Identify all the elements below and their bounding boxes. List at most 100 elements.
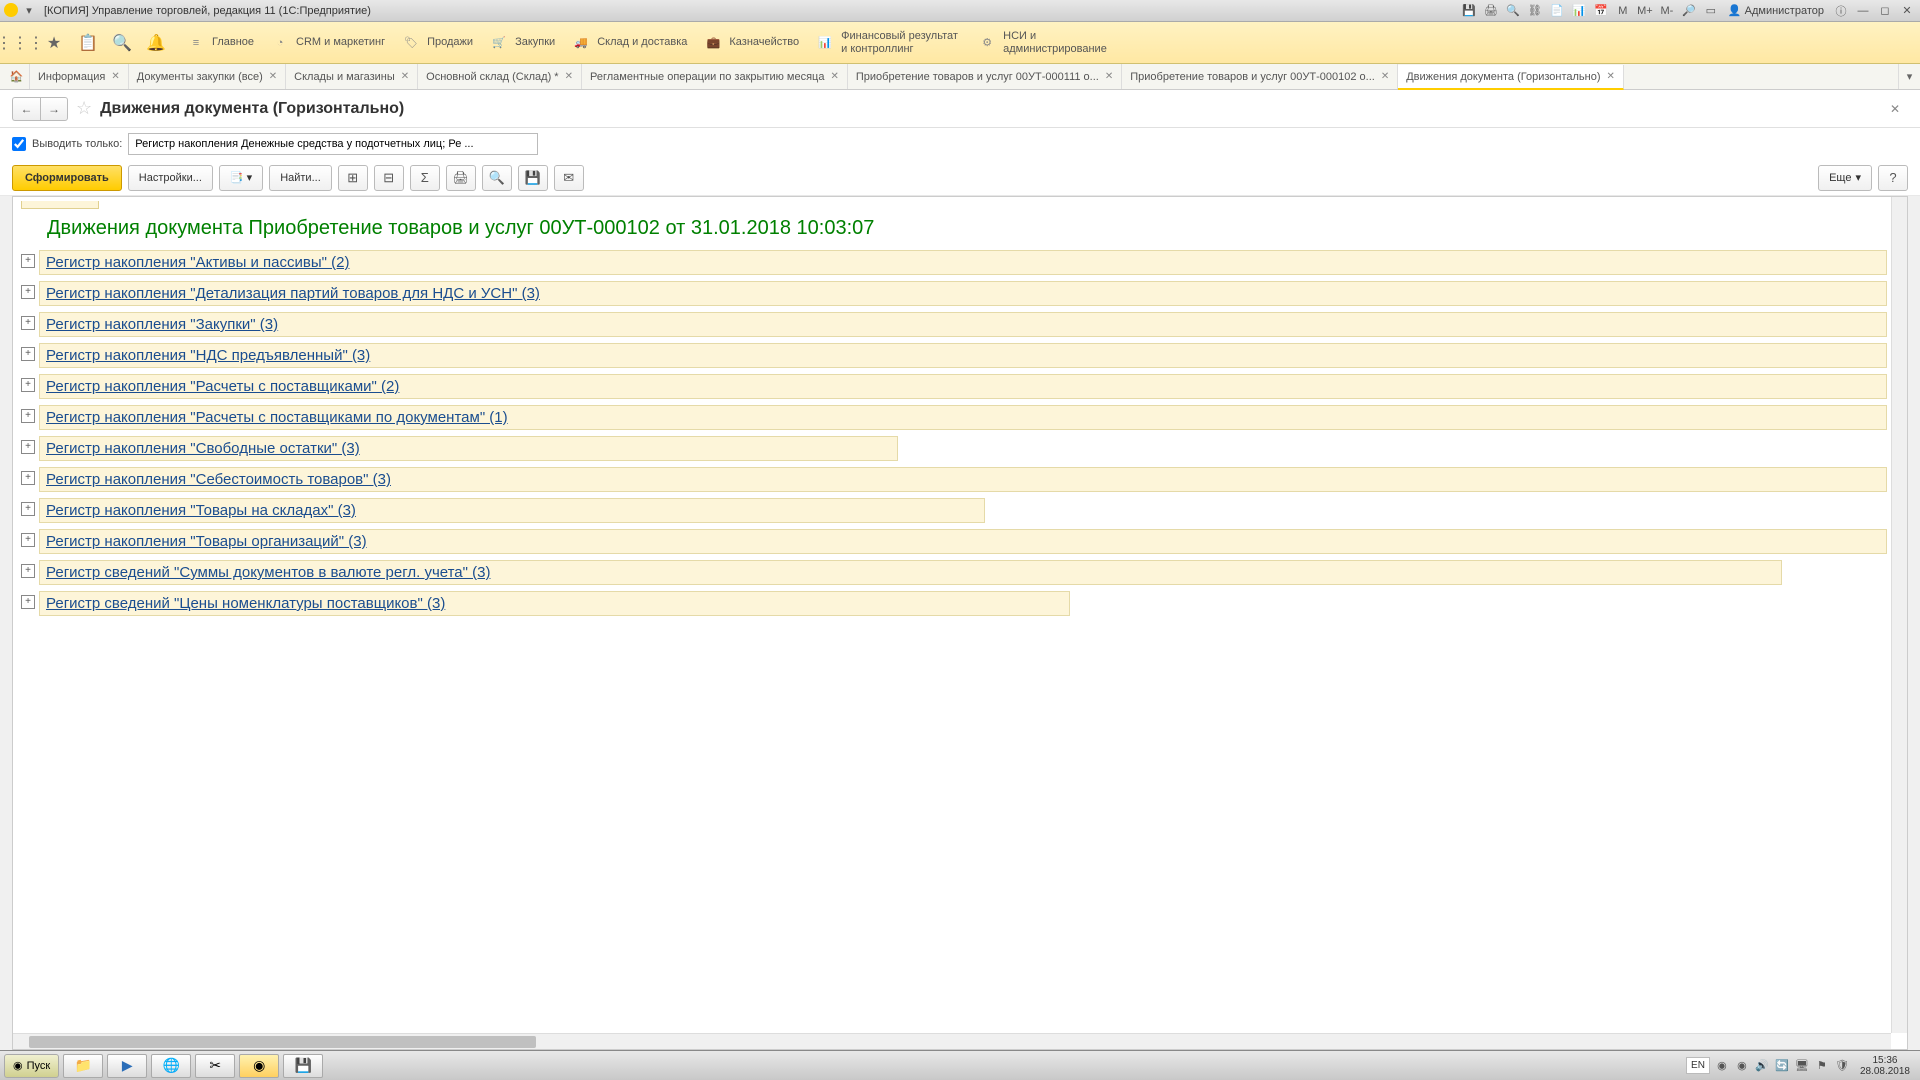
save-icon[interactable]: 💾 xyxy=(1460,3,1478,19)
task-save[interactable]: 💾 xyxy=(283,1054,323,1078)
expand-icon[interactable]: + xyxy=(21,471,35,485)
tray-1c-icon[interactable]: ◉ xyxy=(1714,1058,1730,1074)
menu-section[interactable]: ⚙НСИ и администрирование xyxy=(969,22,1131,63)
info-icon[interactable]: ⓘ xyxy=(1832,3,1850,19)
expand-icon[interactable]: + xyxy=(21,502,35,516)
search-icon[interactable]: 🔍 xyxy=(110,31,134,55)
dropdown-icon[interactable]: ▾ xyxy=(20,3,38,19)
expand-icon[interactable]: + xyxy=(21,564,35,578)
register-link[interactable]: Регистр накопления "НДС предъявленный" (… xyxy=(46,347,370,364)
m-minus-icon[interactable]: M- xyxy=(1658,3,1676,19)
expand-icon[interactable]: + xyxy=(21,440,35,454)
task-powershell[interactable]: ▶ xyxy=(107,1054,147,1078)
document-tab[interactable]: Приобретение товаров и услуг 00УТ-000102… xyxy=(1122,64,1398,89)
calc-icon[interactable]: 📊 xyxy=(1570,3,1588,19)
favorite-star-icon[interactable]: ☆ xyxy=(76,98,92,119)
generate-button[interactable]: Сформировать xyxy=(12,165,122,191)
tray-flag-icon[interactable]: ⚑ xyxy=(1814,1058,1830,1074)
m-icon[interactable]: M xyxy=(1614,3,1632,19)
tab-close-icon[interactable]: ✕ xyxy=(111,71,119,82)
vertical-scrollbar[interactable] xyxy=(1891,197,1907,1033)
save-report-button[interactable]: 💾 xyxy=(518,165,548,191)
register-link[interactable]: Регистр сведений "Цены номенклатуры пост… xyxy=(46,595,445,612)
find-button[interactable]: Найти... xyxy=(269,165,332,191)
expand-icon[interactable]: + xyxy=(21,409,35,423)
email-button[interactable]: ✉ xyxy=(554,165,584,191)
settings-button[interactable]: Настройки... xyxy=(128,165,213,191)
preview-icon[interactable]: 🔍 xyxy=(1504,3,1522,19)
filter-checkbox[interactable] xyxy=(12,137,26,151)
help-button[interactable]: ? xyxy=(1878,165,1908,191)
tray-security-icon[interactable]: 🛡 xyxy=(1834,1058,1850,1074)
register-link[interactable]: Регистр накопления "Себестоимость товаро… xyxy=(46,471,391,488)
start-button[interactable]: ◉ Пуск xyxy=(4,1054,59,1078)
minimize-icon[interactable]: — xyxy=(1854,3,1872,19)
register-link[interactable]: Регистр накопления "Расчеты с поставщика… xyxy=(46,378,399,395)
collapse-groups-button[interactable]: ⊟ xyxy=(374,165,404,191)
expand-icon[interactable]: + xyxy=(21,595,35,609)
document-tab[interactable]: Основной склад (Склад) *✕ xyxy=(418,64,582,89)
register-link[interactable]: Регистр накопления "Расчеты с поставщика… xyxy=(46,409,508,426)
close-page-icon[interactable]: ✕ xyxy=(1890,102,1900,116)
register-link[interactable]: Регистр накопления "Товары на складах" (… xyxy=(46,502,356,519)
tray-clock[interactable]: 15:36 28.08.2018 xyxy=(1854,1055,1916,1077)
m-plus-icon[interactable]: M+ xyxy=(1636,3,1654,19)
document-tab[interactable]: Регламентные операции по закрытию месяца… xyxy=(582,64,848,89)
task-explorer[interactable]: 📁 xyxy=(63,1054,103,1078)
document-tab[interactable]: Приобретение товаров и услуг 00УТ-000111… xyxy=(848,64,1122,89)
task-snip[interactable]: ✂ xyxy=(195,1054,235,1078)
close-window-icon[interactable]: ✕ xyxy=(1898,3,1916,19)
link-icon[interactable]: ⛓ xyxy=(1526,3,1544,19)
document-tab[interactable]: Движения документа (Горизонтально)✕ xyxy=(1398,65,1624,90)
register-link[interactable]: Регистр сведений "Суммы документов в вал… xyxy=(46,564,490,581)
more-button[interactable]: Еще ▾ xyxy=(1818,165,1872,191)
tab-close-icon[interactable]: ✕ xyxy=(401,71,409,82)
maximize-icon[interactable]: ◻ xyxy=(1876,3,1894,19)
print-icon[interactable]: 🖨 xyxy=(1482,3,1500,19)
register-link[interactable]: Регистр накопления "Активы и пассивы" (2… xyxy=(46,254,349,271)
horizontal-scrollbar[interactable] xyxy=(13,1033,1891,1049)
print-button[interactable]: 🖨 xyxy=(446,165,476,191)
expand-icon[interactable]: + xyxy=(21,378,35,392)
variant-button[interactable]: 📑 ▾ xyxy=(219,165,263,191)
zoom-icon[interactable]: 🔎 xyxy=(1680,3,1698,19)
register-link[interactable]: Регистр накопления "Свободные остатки" (… xyxy=(46,440,360,457)
tray-sync-icon[interactable]: 🔄 xyxy=(1774,1058,1790,1074)
menu-section[interactable]: 📊Финансовый результат и контроллинг xyxy=(807,22,969,63)
document-tab[interactable]: Документы закупки (все)✕ xyxy=(129,64,286,89)
forward-button[interactable]: → xyxy=(40,97,68,121)
expand-icon[interactable]: + xyxy=(21,533,35,547)
tab-close-icon[interactable]: ✕ xyxy=(269,71,277,82)
menu-section[interactable]: 🚚Склад и доставка xyxy=(563,22,695,63)
expand-icon[interactable]: + xyxy=(21,316,35,330)
calendar-icon[interactable]: 📅 xyxy=(1592,3,1610,19)
tab-close-icon[interactable]: ✕ xyxy=(1105,71,1113,82)
filter-input[interactable] xyxy=(128,133,538,155)
tab-close-icon[interactable]: ✕ xyxy=(565,71,573,82)
tabs-dropdown[interactable]: ▾ xyxy=(1898,64,1920,89)
menu-section[interactable]: 🏷Продажи xyxy=(393,22,481,63)
clipboard-icon[interactable]: 📋 xyxy=(76,31,100,55)
tab-close-icon[interactable]: ✕ xyxy=(1607,71,1615,82)
tab-close-icon[interactable]: ✕ xyxy=(830,71,838,82)
register-link[interactable]: Регистр накопления "Закупки" (3) xyxy=(46,316,278,333)
back-button[interactable]: ← xyxy=(12,97,40,121)
apps-icon[interactable]: ⋮⋮⋮ xyxy=(8,31,32,55)
doc-icon[interactable]: 📄 xyxy=(1548,3,1566,19)
horizontal-scroll-thumb[interactable] xyxy=(29,1036,536,1048)
expand-icon[interactable]: + xyxy=(21,347,35,361)
tray-network-icon[interactable]: 🖥 xyxy=(1794,1058,1810,1074)
menu-section[interactable]: 💼Казначейство xyxy=(695,22,807,63)
preview-button[interactable]: 🔍 xyxy=(482,165,512,191)
home-tab[interactable]: 🏠 xyxy=(4,64,30,89)
menu-section[interactable]: ≡Главное xyxy=(178,22,262,63)
tray-language[interactable]: EN xyxy=(1686,1057,1710,1074)
bell-icon[interactable]: 🔔 xyxy=(144,31,168,55)
register-link[interactable]: Регистр накопления "Детализация партий т… xyxy=(46,285,540,302)
tab-close-icon[interactable]: ✕ xyxy=(1381,71,1389,82)
document-tab[interactable]: Информация✕ xyxy=(30,64,129,89)
register-link[interactable]: Регистр накопления "Товары организаций" … xyxy=(46,533,367,550)
tray-1c-icon-2[interactable]: ◉ xyxy=(1734,1058,1750,1074)
panel-icon[interactable]: ▭ xyxy=(1702,3,1720,19)
expand-icon[interactable]: + xyxy=(21,254,35,268)
